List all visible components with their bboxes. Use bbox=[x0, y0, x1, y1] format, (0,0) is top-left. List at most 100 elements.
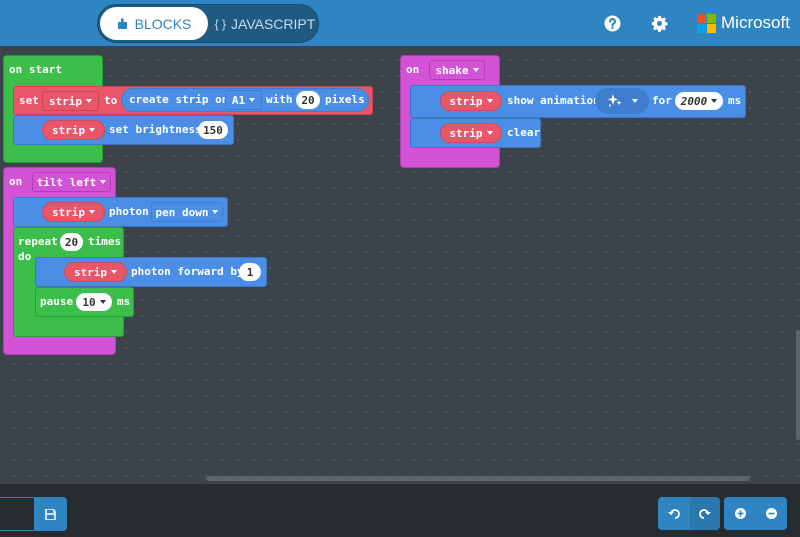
variable-name: strip bbox=[73, 265, 108, 279]
tab-javascript[interactable]: { } JAVASCRIPT bbox=[214, 7, 316, 40]
chevron-down-icon bbox=[99, 300, 106, 304]
chevron-down-icon bbox=[249, 98, 256, 102]
variable-name: strip bbox=[48, 94, 83, 108]
variable-name: strip bbox=[449, 126, 483, 140]
gesture-name: shake bbox=[435, 63, 469, 77]
set-brightness-block[interactable]: strip set brightness 150 bbox=[13, 115, 234, 145]
chevron-down-icon bbox=[212, 210, 219, 214]
settings-button[interactable] bbox=[649, 13, 669, 33]
zoom-out-button[interactable] bbox=[756, 497, 787, 530]
variable-name: strip bbox=[51, 123, 86, 137]
tab-javascript-label: JAVASCRIPT bbox=[231, 15, 316, 32]
zoom-in-button[interactable] bbox=[724, 497, 756, 530]
set-brightness-label: set brightness bbox=[109, 123, 202, 136]
for-label: for bbox=[652, 94, 672, 107]
repeat-count: 20 bbox=[64, 235, 79, 249]
gesture-name: tilt left bbox=[36, 175, 97, 189]
pixel-count: 20 bbox=[301, 93, 315, 107]
clear-label: clear bbox=[507, 126, 541, 139]
to-label: to bbox=[104, 94, 118, 107]
gear-icon bbox=[651, 15, 668, 32]
chevron-down-icon bbox=[472, 68, 479, 72]
brightness-input[interactable]: 150 bbox=[198, 121, 228, 139]
help-icon bbox=[604, 15, 620, 31]
variable-dropdown[interactable]: strip bbox=[440, 91, 502, 111]
save-icon bbox=[45, 508, 56, 520]
project-name-input[interactable] bbox=[0, 497, 34, 531]
brand-name: Microsoft bbox=[721, 13, 790, 32]
animation-picker[interactable] bbox=[595, 88, 649, 114]
with-label: with bbox=[266, 93, 293, 106]
chevron-down-icon bbox=[89, 210, 96, 214]
variable-dropdown[interactable]: strip bbox=[64, 262, 127, 282]
variable-name: strip bbox=[449, 94, 483, 108]
ms-label: ms bbox=[117, 295, 131, 308]
pen-mode: pen down bbox=[155, 205, 209, 219]
chevron-down-icon bbox=[486, 99, 493, 103]
chevron-down-icon bbox=[86, 99, 93, 103]
pause-duration: 10 bbox=[82, 295, 96, 309]
photon-label: photon bbox=[109, 205, 149, 218]
save-button[interactable] bbox=[34, 497, 67, 531]
horizontal-scrollbar[interactable] bbox=[206, 476, 750, 481]
variable-dropdown[interactable]: strip bbox=[42, 91, 99, 111]
chevron-down-icon bbox=[486, 131, 493, 135]
zoom-in-icon bbox=[734, 508, 746, 519]
on-start-label: on start bbox=[9, 63, 62, 76]
strip-clear-block[interactable]: strip clear bbox=[410, 118, 541, 148]
chevron-down-icon bbox=[100, 180, 107, 184]
photon-forward-block[interactable]: strip photon forward by 1 bbox=[35, 257, 267, 287]
brightness-value: 150 bbox=[203, 123, 223, 137]
variable-name: strip bbox=[51, 205, 86, 219]
chevron-down-icon bbox=[89, 128, 96, 132]
pause-block[interactable]: pause 10 ms bbox=[35, 287, 134, 317]
top-bar: BLOCKS { } JAVASCRIPT Microsoft bbox=[0, 0, 800, 46]
tab-blocks[interactable]: BLOCKS bbox=[100, 7, 208, 40]
editor-toggle: BLOCKS { } JAVASCRIPT bbox=[97, 4, 319, 43]
bottom-bar bbox=[0, 484, 800, 537]
undo-icon bbox=[668, 509, 680, 519]
forward-steps: 1 bbox=[246, 265, 254, 279]
do-label: do bbox=[18, 250, 32, 263]
duration-value: 2000 bbox=[680, 94, 708, 108]
ms-label: ms bbox=[728, 94, 742, 107]
microsoft-logo[interactable]: Microsoft bbox=[697, 13, 790, 33]
pause-duration-dropdown[interactable]: 10 bbox=[76, 293, 112, 311]
create-strip-block[interactable]: create strip on A1 with 20 pixels bbox=[121, 88, 369, 112]
on-label: on bbox=[406, 63, 420, 76]
vertical-scrollbar[interactable] bbox=[796, 330, 800, 440]
pixel-count-input[interactable]: 20 bbox=[296, 91, 320, 109]
chevron-down-icon bbox=[631, 99, 638, 103]
braces-icon: { } bbox=[214, 16, 227, 31]
help-button[interactable] bbox=[602, 13, 622, 33]
redo-button[interactable] bbox=[690, 497, 720, 530]
pause-label: pause bbox=[40, 295, 74, 308]
microsoft-logo-icon bbox=[697, 13, 716, 33]
variable-dropdown[interactable]: strip bbox=[42, 120, 105, 140]
photon-forward-label: photon forward by bbox=[131, 265, 244, 278]
on-label: on bbox=[9, 175, 23, 188]
zoom-out-icon bbox=[766, 508, 777, 519]
show-animation-label: show animation bbox=[507, 94, 600, 107]
undo-button[interactable] bbox=[658, 497, 690, 530]
tab-blocks-label: BLOCKS bbox=[134, 15, 192, 32]
pen-mode-dropdown[interactable]: pen down bbox=[151, 202, 223, 222]
variable-dropdown[interactable]: strip bbox=[440, 123, 502, 143]
pin-dropdown[interactable]: A1 bbox=[225, 90, 262, 110]
chevron-down-icon bbox=[111, 270, 118, 274]
pin-value: A1 bbox=[231, 93, 246, 107]
photon-pen-block[interactable]: strip photon pen down bbox=[13, 197, 228, 227]
create-strip-label: create strip on bbox=[129, 93, 229, 106]
redo-icon bbox=[699, 509, 711, 519]
pixels-label: pixels bbox=[325, 93, 365, 106]
show-animation-block[interactable]: strip show animation for 2000 ms bbox=[410, 85, 746, 118]
forward-steps-input[interactable]: 1 bbox=[239, 263, 261, 281]
set-label: set bbox=[19, 94, 39, 107]
times-label: times bbox=[88, 235, 122, 248]
repeat-count-input[interactable]: 20 bbox=[60, 233, 83, 251]
gesture-dropdown[interactable]: shake bbox=[429, 60, 485, 80]
duration-dropdown[interactable]: 2000 bbox=[675, 92, 723, 110]
sparkle-icon bbox=[607, 94, 622, 107]
variable-dropdown[interactable]: strip bbox=[42, 202, 105, 222]
gesture-dropdown[interactable]: tilt left bbox=[32, 172, 111, 192]
